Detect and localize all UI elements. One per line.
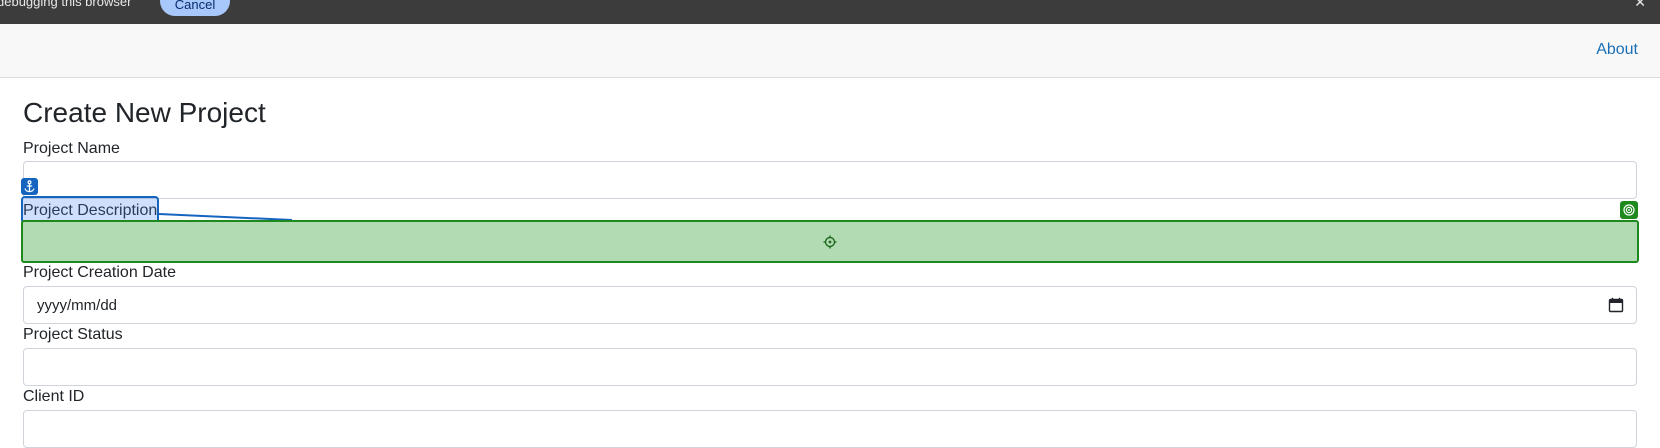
crosshair-icon [823, 235, 837, 248]
project-status-label: Project Status [23, 326, 123, 343]
client-id-label: Client ID [23, 388, 85, 405]
page-title: Create New Project [23, 97, 266, 128]
anchor-icon [21, 178, 38, 195]
cancel-button[interactable]: Cancel [160, 0, 230, 16]
navbar: About [0, 24, 1660, 78]
project-status-input[interactable] [23, 348, 1637, 386]
close-icon[interactable]: ✕ [1634, 0, 1646, 11]
project-creation-date-label: Project Creation Date [23, 264, 176, 281]
date-placeholder: yyyy/mm/dd [37, 296, 118, 314]
drop-target-zone [21, 220, 1639, 263]
infobar-message: debugging this browser [0, 0, 132, 9]
calendar-icon[interactable] [1608, 297, 1624, 313]
project-name-label: Project Name [23, 140, 120, 157]
project-creation-date-input[interactable]: yyyy/mm/dd [23, 286, 1637, 324]
debug-infobar: debugging this browser Cancel ✕ [0, 0, 1660, 24]
client-id-input[interactable] [23, 410, 1637, 448]
target-icon [1620, 201, 1638, 219]
project-name-input[interactable] [23, 161, 1637, 199]
nav-about-link[interactable]: About [1596, 41, 1638, 59]
